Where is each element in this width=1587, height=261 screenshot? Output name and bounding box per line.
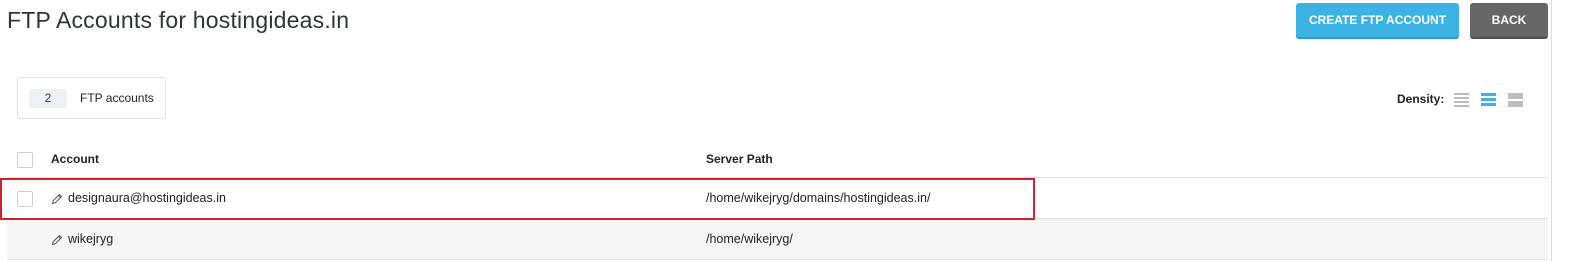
back-button[interactable]: BACK	[1470, 3, 1548, 37]
column-header-server-path[interactable]: Server Path	[706, 152, 773, 166]
create-ftp-account-button[interactable]: CREATE FTP ACCOUNT	[1296, 3, 1459, 37]
density-compact-icon[interactable]	[1454, 92, 1470, 107]
ftp-accounts-page: FTP Accounts for hostingideas.in CREATE …	[0, 0, 1587, 261]
select-all-checkbox[interactable]	[17, 152, 33, 168]
account-count-box: 2 FTP accounts	[17, 77, 166, 119]
pencil-icon[interactable]	[51, 192, 63, 205]
server-path: /home/wikejryg/	[706, 232, 793, 246]
pencil-icon[interactable]	[51, 233, 63, 246]
density-selector: Density:	[1397, 90, 1535, 108]
account-name[interactable]: wikejryg	[68, 232, 113, 246]
row-checkbox[interactable]	[17, 191, 33, 207]
density-comfortable-icon[interactable]	[1508, 92, 1524, 107]
ftp-accounts-table: Account Server Path designaura@hostingid…	[7, 140, 1548, 260]
table-header-row: Account Server Path	[7, 140, 1548, 178]
account-count-label: FTP accounts	[80, 91, 154, 105]
page-title: FTP Accounts for hostingideas.in	[7, 7, 350, 33]
density-normal-icon[interactable]	[1481, 92, 1497, 107]
table-row: wikejryg /home/wikejryg/	[7, 219, 1548, 260]
column-header-account[interactable]: Account	[51, 152, 99, 166]
account-name[interactable]: designaura@hostingideas.in	[68, 191, 226, 205]
content-edge-divider	[1551, 0, 1552, 261]
table-row: designaura@hostingideas.in /home/wikejry…	[7, 178, 1548, 219]
account-count-badge: 2	[29, 89, 67, 108]
server-path: /home/wikejryg/domains/hostingideas.in/	[706, 191, 931, 205]
density-label: Density:	[1397, 92, 1445, 106]
